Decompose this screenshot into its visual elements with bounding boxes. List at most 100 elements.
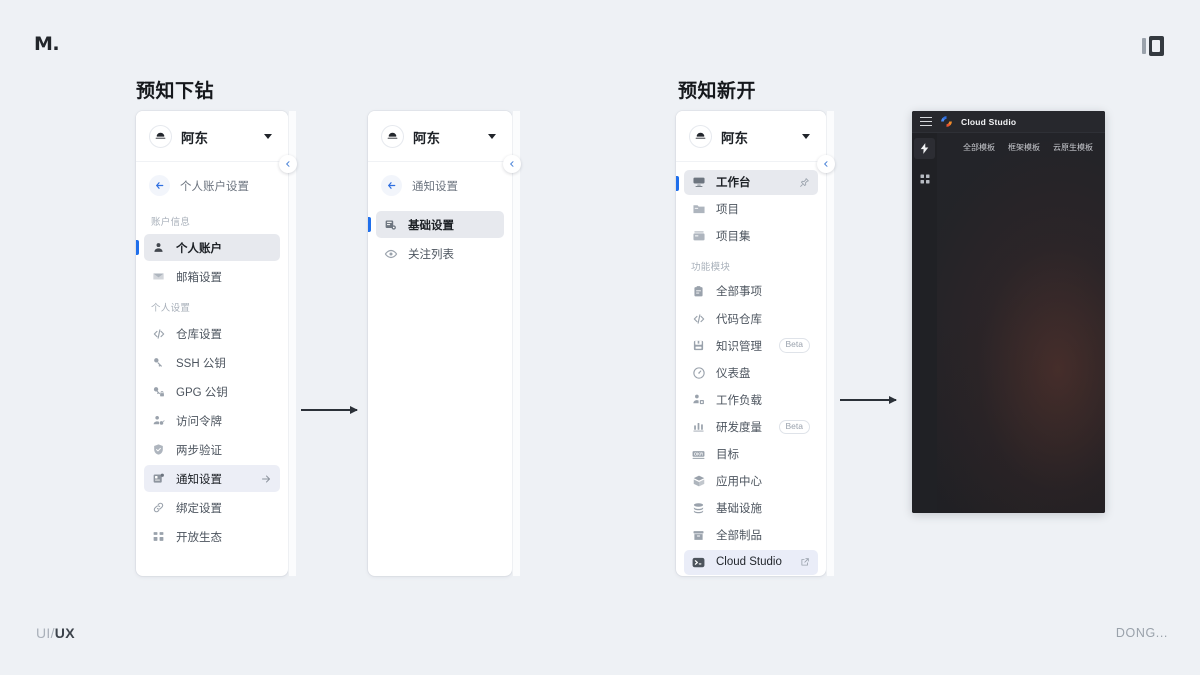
content-pane-seam (826, 111, 834, 576)
collapse-sidebar-handle[interactable] (503, 155, 521, 173)
content-pane-seam (512, 111, 520, 576)
brand-logo: M. (34, 33, 60, 55)
workspace-switcher[interactable]: 阿东 (136, 111, 288, 162)
workspace-name: 阿东 (721, 130, 748, 146)
notification-settings-panel: 阿东 通知设置 基础设置 关注列表 (368, 111, 521, 576)
footer-ux-text: UX (54, 625, 75, 641)
sidebar-item-infrastructure[interactable]: 基础设施 (684, 496, 818, 521)
sidebar-item-email-settings[interactable]: 邮箱设置 (144, 263, 280, 290)
key-icon (151, 355, 166, 370)
back-to-account-settings[interactable]: 个人账户设置 (136, 166, 288, 205)
sidebar-item-label: 两步验证 (176, 444, 222, 457)
sidebar-item-personal-account[interactable]: 个人账户 (136, 234, 280, 261)
sidebar-item-label: GPG 公钥 (176, 386, 228, 399)
grid-icon (151, 529, 166, 544)
sidebar-item-okr[interactable]: OKR 目标 (684, 442, 818, 467)
sidebar-item-label: 开放生态 (176, 531, 222, 544)
collapse-sidebar-handle[interactable] (817, 155, 835, 173)
eye-icon (383, 246, 398, 261)
slide-canvas: M. 预知下钻 预知新开 阿东 个人账户设置 账户信息 个人账户 邮箱设置 个人… (0, 0, 1200, 675)
content-pane-seam (288, 111, 296, 576)
dashboard-icon (691, 175, 706, 190)
cloud-studio-content: 全部模板 框架模板 云原生模板 (937, 133, 1105, 513)
beta-badge: Beta (778, 338, 810, 353)
sidebar-item-cloud-studio[interactable]: Cloud Studio (684, 549, 818, 576)
terminal-icon (691, 555, 706, 570)
sidebar-item-dashboard[interactable]: 仪表盘 (684, 360, 818, 385)
sidebar-item-project-set[interactable]: 项目集 (684, 224, 818, 249)
archive-icon (691, 528, 706, 543)
caret-down-icon[interactable] (264, 134, 272, 139)
sidebar-item-workload[interactable]: 工作负载 (684, 387, 818, 412)
sidebar-item-code-repo[interactable]: 代码仓库 (684, 306, 818, 331)
sidebar-item-all-issues[interactable]: 全部事项 (684, 279, 818, 304)
gauge-icon (691, 365, 706, 380)
sidebar-item-project[interactable]: 项目 (684, 197, 818, 222)
sidebar-item-basic-settings[interactable]: 基础设置 (368, 211, 504, 238)
tab-all-templates[interactable]: 全部模板 (963, 142, 995, 153)
sidebar-item-ssh-key[interactable]: SSH 公钥 (144, 349, 280, 376)
workspace-switcher[interactable]: 阿东 (676, 111, 826, 162)
sidebar-item-label: 仪表盘 (716, 367, 751, 380)
sidebar-item-workbench[interactable]: 工作台 (676, 169, 818, 195)
user-token-icon (151, 413, 166, 428)
lightning-icon[interactable] (914, 138, 935, 159)
sidebar-item-label: 仓库设置 (176, 328, 222, 341)
sidebar-item-label: 代码仓库 (716, 313, 762, 326)
folders-icon (691, 229, 706, 244)
book-icon (691, 338, 706, 353)
collapse-sidebar-handle[interactable] (279, 155, 297, 173)
back-to-notification-settings[interactable]: 通知设置 (368, 166, 512, 205)
footer-ui-text: UI/ (36, 625, 55, 641)
code-icon (151, 326, 166, 341)
flow-arrow-1 (301, 406, 358, 414)
back-label: 通知设置 (412, 180, 458, 193)
user-load-icon (691, 392, 706, 407)
sidebar-item-label: 访问令牌 (176, 415, 222, 428)
tab-framework-templates[interactable]: 框架模板 (1008, 142, 1040, 153)
sidebar-item-label: Cloud Studio (716, 556, 782, 569)
sidebar-item-binding-settings[interactable]: 绑定设置 (144, 494, 280, 521)
sidebar-item-notification-settings[interactable]: 通知设置 (144, 465, 280, 492)
hat-avatar-icon (149, 125, 172, 148)
sidebar-item-label: 应用中心 (716, 476, 762, 489)
footer-author-label: DONG... (1115, 626, 1168, 640)
sidebar-item-label: 目标 (716, 449, 739, 462)
sidebar-item-watch-list[interactable]: 关注列表 (376, 240, 504, 267)
hat-avatar-icon (689, 125, 712, 148)
sidebar-item-label: 项目 (716, 204, 739, 217)
sidebar-item-open-ecosystem[interactable]: 开放生态 (144, 523, 280, 550)
caret-down-icon[interactable] (488, 134, 496, 139)
caret-down-icon[interactable] (802, 134, 810, 139)
tab-cloud-native-templates[interactable]: 云原生模板 (1053, 142, 1093, 153)
hamburger-icon[interactable] (920, 116, 932, 127)
sidebar-item-label: 全部事项 (716, 286, 762, 299)
grid-apps-icon[interactable] (914, 168, 935, 189)
back-label: 个人账户设置 (180, 180, 249, 193)
workspace-switcher[interactable]: 阿东 (368, 111, 512, 162)
group-label-account-info: 账户信息 (151, 217, 191, 228)
sidebar-item-gpg-key[interactable]: GPG 公钥 (144, 378, 280, 405)
sidebar-item-access-token[interactable]: 访问令牌 (144, 407, 280, 434)
footer-discipline-label: UI/UX (36, 625, 75, 641)
code-icon (691, 311, 706, 326)
sidebar-item-two-factor[interactable]: 两步验证 (144, 436, 280, 463)
group-label-personal-settings: 个人设置 (151, 303, 191, 314)
sidebar-item-label: 绑定设置 (176, 502, 222, 515)
sidebar-item-dev-metrics[interactable]: 研发度量 Beta (684, 414, 818, 439)
arrow-right-icon (260, 473, 272, 485)
sidebar-item-repo-settings[interactable]: 仓库设置 (144, 320, 280, 347)
sidebar-item-label: 个人账户 (176, 242, 222, 255)
bar-chart-icon (691, 419, 706, 434)
pin-icon[interactable] (799, 177, 810, 188)
workspace-nav-panel: 阿东 工作台 项目 项目集 功能模块 全部事项 代码仓库 知识管理 Beta 仪… (676, 111, 835, 576)
sidebar-item-knowledge[interactable]: 知识管理 Beta (684, 333, 818, 358)
sidebar-item-label: 关注列表 (408, 248, 454, 261)
user-icon (151, 240, 166, 255)
sidebar-item-label: SSH 公钥 (176, 357, 226, 370)
sidebar-item-label: 全部制品 (716, 530, 762, 543)
sidebar-item-app-center[interactable]: 应用中心 (684, 469, 818, 494)
box-icon (691, 474, 706, 489)
hat-avatar-icon (381, 125, 404, 148)
sidebar-item-all-artifacts[interactable]: 全部制品 (684, 523, 818, 548)
